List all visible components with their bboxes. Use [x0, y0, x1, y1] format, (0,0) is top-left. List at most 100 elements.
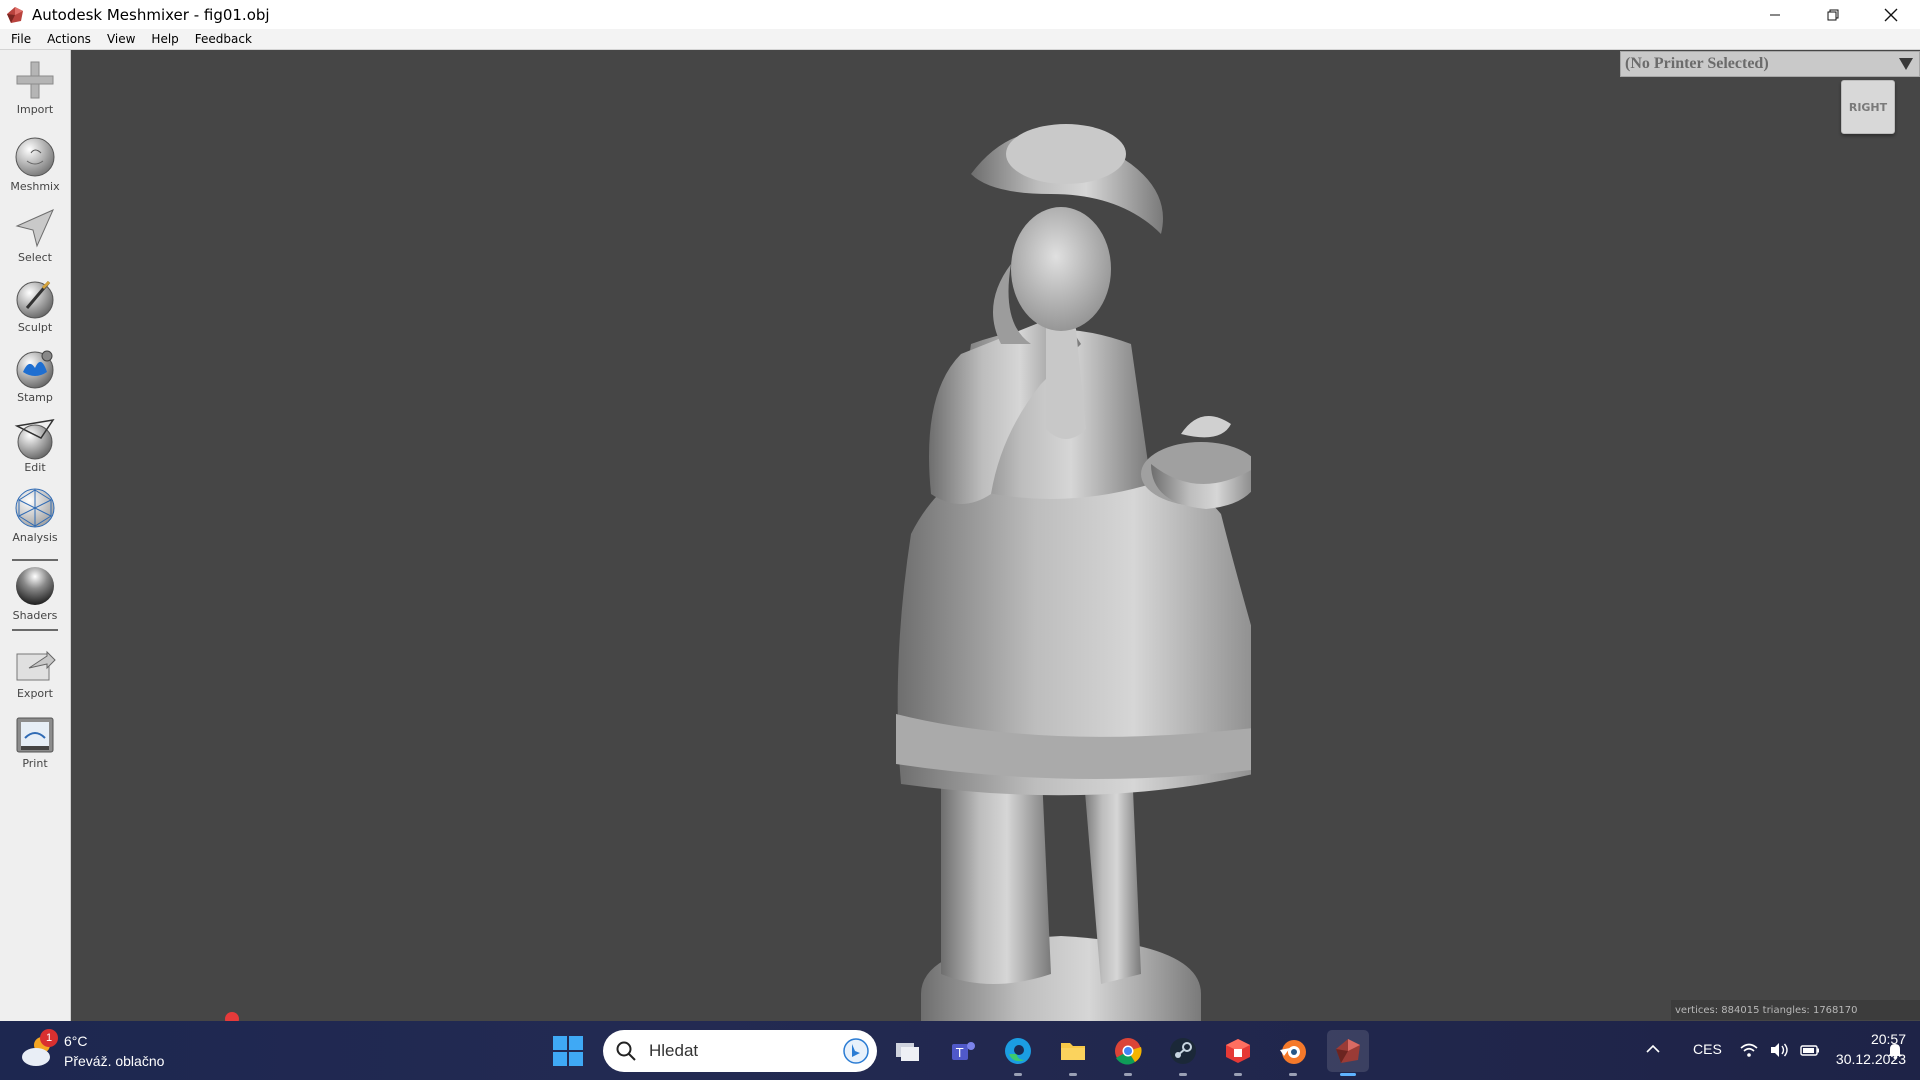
title-bar: Autodesk Meshmixer - fig01.obj: [0, 0, 1920, 29]
taskbar-steam[interactable]: [1162, 1030, 1204, 1076]
running-indicator: [1234, 1073, 1242, 1076]
tool-import[interactable]: Import: [0, 58, 70, 116]
mesh-stats-text: vertices: 884015 triangles: 1768170: [1675, 1004, 1858, 1016]
taskbar-chrome[interactable]: [1107, 1030, 1149, 1076]
chrome-icon: [1115, 1038, 1142, 1065]
tool-label-meshmix: Meshmix: [10, 180, 60, 193]
menu-bar: File Actions View Help Feedback: [0, 29, 1920, 50]
tool-sculpt[interactable]: Sculpt: [0, 276, 70, 334]
tool-edit[interactable]: Edit: [0, 416, 70, 474]
select-icon: [15, 209, 54, 248]
printer-label: (No Printer Selected): [1625, 55, 1769, 72]
print-icon: [16, 717, 54, 753]
task-view-icon: [896, 1043, 919, 1061]
blender-icon: [1280, 1040, 1306, 1064]
taskbar-meshmixer[interactable]: [1327, 1030, 1369, 1076]
weather-widget[interactable]: 1 6°C Převáž. oblačno: [20, 1029, 180, 1073]
tool-label-select: Select: [18, 251, 52, 264]
minimize-button[interactable]: [1746, 0, 1804, 29]
meshmixer-logo-icon: [7, 6, 23, 23]
folder-icon: [1061, 1043, 1085, 1060]
analysis-icon: [15, 488, 55, 528]
steam-icon: [1170, 1038, 1196, 1064]
toolbar-separator: [12, 559, 58, 561]
tool-label-edit: Edit: [24, 461, 46, 474]
bing-icon[interactable]: [843, 1038, 869, 1064]
tool-shaders[interactable]: Shaders: [0, 564, 70, 622]
svg-text:T: T: [955, 1046, 964, 1060]
taskbar-task-view[interactable]: [886, 1030, 928, 1072]
running-indicator: [1340, 1073, 1356, 1076]
taskbar-teams[interactable]: T: [942, 1030, 984, 1072]
window-title: Autodesk Meshmixer - fig01.obj: [32, 5, 270, 24]
tool-label-shaders: Shaders: [12, 609, 58, 622]
restore-button[interactable]: [1804, 0, 1862, 29]
wifi-icon[interactable]: [1739, 1040, 1759, 1060]
menu-file[interactable]: File: [3, 32, 39, 46]
restore-icon: [1827, 9, 1839, 20]
tool-export[interactable]: Export: [0, 642, 70, 700]
weather-badge: 1: [40, 1029, 58, 1047]
teams-icon: T: [952, 1042, 975, 1060]
taskbar-red-app[interactable]: [1217, 1030, 1259, 1076]
meshmix-icon: [15, 137, 55, 177]
language-indicator[interactable]: CES: [1693, 1041, 1722, 1057]
volume-icon[interactable]: [1769, 1040, 1789, 1060]
red-cube-icon: [1226, 1039, 1250, 1063]
weather-temp: 6°C: [64, 1033, 88, 1049]
menu-actions[interactable]: Actions: [39, 32, 99, 46]
menu-view[interactable]: View: [99, 32, 143, 46]
running-indicator: [1014, 1073, 1022, 1076]
taskbar-edge[interactable]: [997, 1030, 1039, 1076]
tool-label-export: Export: [16, 687, 53, 700]
windows-taskbar: 1 6°C Převáž. oblačno Hledat T CES 20:57…: [0, 1021, 1920, 1080]
tool-print[interactable]: Print: [0, 712, 70, 770]
windows-start-icon[interactable]: [552, 1035, 584, 1067]
menu-help[interactable]: Help: [143, 32, 186, 46]
close-icon: [1884, 8, 1898, 21]
printer-dropdown[interactable]: (No Printer Selected): [1620, 51, 1920, 77]
shaders-icon: [16, 567, 54, 605]
running-indicator: [1124, 1073, 1132, 1076]
import-icon: [16, 61, 54, 99]
running-indicator: [1289, 1073, 1297, 1076]
menu-feedback[interactable]: Feedback: [187, 32, 260, 46]
figurine-model[interactable]: [791, 94, 1251, 1021]
taskbar-file-explorer[interactable]: [1052, 1030, 1094, 1076]
close-button[interactable]: [1862, 0, 1920, 29]
edit-icon: [14, 418, 55, 460]
running-indicator: [1069, 1073, 1077, 1076]
tool-label-analysis: Analysis: [12, 531, 58, 544]
stamp-icon: [16, 350, 54, 389]
view-cube-label: RIGHT: [1848, 100, 1888, 114]
meshmixer-icon: [1336, 1039, 1360, 1063]
left-toolbar: Import Meshmix Select Sculpt Stamp Edit …: [0, 50, 71, 1021]
tool-analysis[interactable]: Analysis: [0, 486, 70, 544]
dropdown-arrow-icon: [1899, 58, 1913, 70]
mesh-stats: vertices: 884015 triangles: 1768170: [1671, 1000, 1920, 1020]
notification-bell-icon[interactable]: [1886, 1041, 1904, 1059]
tool-meshmix[interactable]: Meshmix: [0, 135, 70, 193]
search-icon: [616, 1041, 636, 1061]
search-placeholder: Hledat: [649, 1041, 699, 1060]
battery-icon[interactable]: [1799, 1040, 1821, 1060]
view-cube[interactable]: RIGHT: [1841, 80, 1895, 134]
running-indicator: [1179, 1073, 1187, 1076]
tool-label-sculpt: Sculpt: [17, 321, 53, 334]
tool-label-print: Print: [22, 757, 48, 770]
tool-stamp[interactable]: Stamp: [0, 346, 70, 404]
taskbar-search-box[interactable]: Hledat: [603, 1030, 877, 1072]
toolbar-separator: [12, 629, 58, 631]
weather-condition: Převáž. oblačno: [64, 1053, 165, 1069]
tool-select[interactable]: Select: [0, 206, 70, 264]
3d-viewport[interactable]: [71, 50, 1920, 1021]
minimize-icon: [1770, 14, 1780, 15]
sculpt-icon: [16, 280, 54, 319]
window-controls: [1746, 0, 1920, 29]
taskbar-blender[interactable]: [1272, 1030, 1314, 1076]
chevron-up-icon[interactable]: [1645, 1041, 1661, 1057]
edge-icon: [1005, 1038, 1031, 1064]
tool-label-import: Import: [16, 103, 54, 116]
tool-label-stamp: Stamp: [17, 391, 53, 404]
export-icon: [16, 650, 56, 681]
